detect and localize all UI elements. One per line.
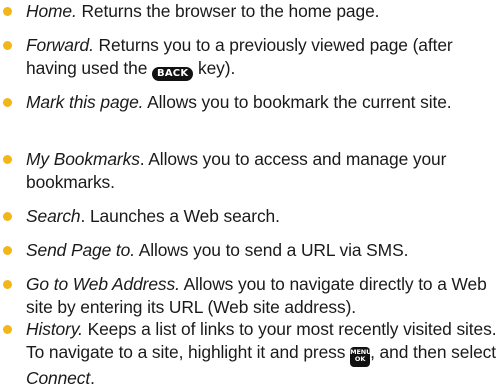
bullet-icon [3,155,12,164]
list-item-bookmarks: My Bookmarks. Allows you to access and m… [0,148,498,194]
list-item-history: History. Keeps a list of links to your m… [0,318,498,390]
menu-key-bottom: OK [354,355,366,363]
list-item-web-address: Go to Web Address. Allows you to navigat… [0,273,498,319]
item-term: History. [26,319,83,339]
bullet-icon [3,7,12,16]
item-term: Send Page to. [26,240,135,260]
item-term: Forward. [26,35,94,55]
bullet-icon [3,325,12,334]
item-text: Forward. Returns you to a previously vie… [26,34,498,81]
item-term: Home. [26,1,77,21]
item-desc-end: key). [193,58,236,78]
item-term: Go to Web Address. [26,274,180,294]
bullet-icon [3,98,12,107]
item-text: Go to Web Address. Allows you to navigat… [26,273,498,319]
bullet-icon [3,41,12,50]
item-text: History. Keeps a list of links to your m… [26,318,498,390]
item-text: Mark this page. Allows you to bookmark t… [26,91,498,114]
list-item-send-page: Send Page to. Allows you to send a URL v… [0,239,498,262]
item-term: My Bookmarks [26,149,140,169]
item-text: My Bookmarks. Allows you to access and m… [26,148,498,194]
bullet-icon [3,280,12,289]
item-text: Search. Launches a Web search. [26,205,498,228]
item-desc: Returns the browser to the home page. [76,1,380,21]
back-key-icon: BACK [152,67,194,81]
item-text: Send Page to. Allows you to send a URL v… [26,239,498,262]
item-action: Connect [26,367,91,388]
item-end: . [90,367,95,388]
item-term: Search [26,206,81,226]
item-desc: Launches a Web search. [85,206,280,226]
list-item-forward: Forward. Returns you to a previously vie… [0,34,498,81]
item-desc: Allows you to send a URL via SMS. [134,240,409,260]
list-item-mark-page: Mark this page. Allows you to bookmark t… [0,91,498,114]
list-item-home: Home. Returns the browser to the home pa… [0,0,498,23]
bullet-icon [3,246,12,255]
item-text: Home. Returns the browser to the home pa… [26,0,498,23]
menu-ok-key-icon: MENU OK [350,346,371,367]
list-item-search: Search. Launches a Web search. [0,205,498,228]
item-desc-mid: , and then select [370,342,497,362]
item-desc: Allows you to bookmark the current site. [143,92,452,112]
item-term: Mark this page. [26,92,144,112]
bullet-icon [3,212,12,221]
